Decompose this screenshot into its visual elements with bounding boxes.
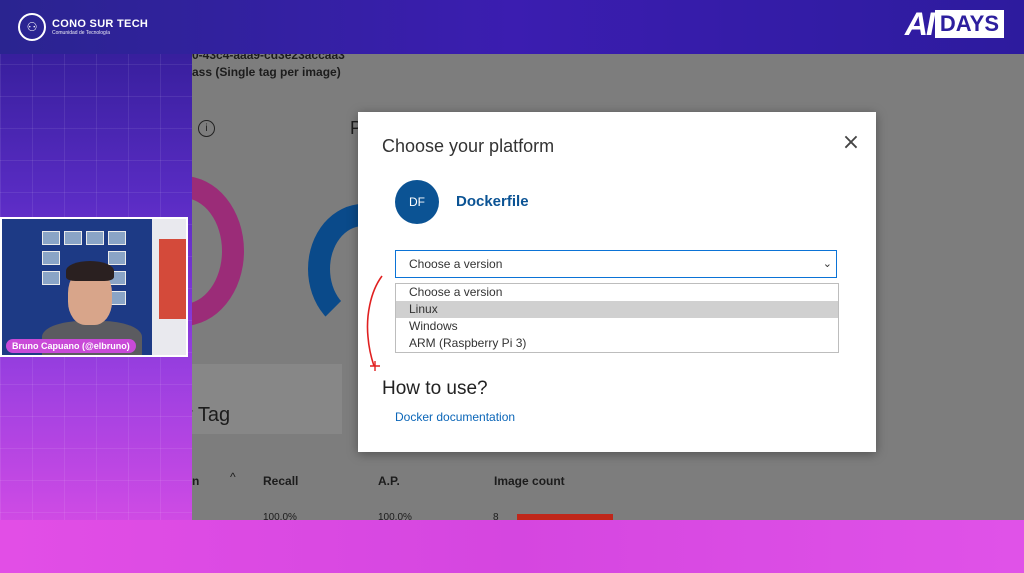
recall-column-header: Recall [263,474,299,488]
presenter-webcam: Bruno Capuano (@elbruno) [0,217,188,357]
version-option[interactable]: Choose a version [396,284,838,301]
red-annotation-stroke [366,275,383,371]
wall-frame [64,231,82,245]
webcam-red-panel [159,239,186,319]
row-ap: 100.0% [378,512,412,520]
image-count-column-header: Image count [494,474,565,488]
ai-days-days: DAYS [934,10,1004,38]
ap-column-header: A.P. [378,474,400,488]
close-icon[interactable]: × [840,132,862,154]
tag-column-header: n [192,474,200,488]
wall-frame [108,231,126,245]
org-name: CONO SUR TECH [52,18,149,30]
how-to-use-heading: How to use? [382,378,488,399]
image-count-bar [517,514,613,520]
wall-frame [42,271,60,285]
top-banner [0,0,1024,54]
presenter-hair [66,261,114,281]
dockerfile-avatar: DF [395,180,439,224]
presenter-name-label: Bruno Capuano (@elbruno) [6,339,136,353]
version-option-linux[interactable]: Linux [396,301,838,318]
version-options-list: Choose a version Linux Windows ARM (Rasp… [395,283,839,353]
row-recall: 100.0% [263,512,297,520]
dialog-title: Choose your platform [382,136,555,156]
classification-type-text: ass (Single tag per image) [192,65,341,79]
cono-sur-tech-logo: ⚇ CONO SUR TECH Comunidad de Tecnología [18,13,148,41]
org-subtitle: Comunidad de Tecnología [52,30,111,36]
precision-donut [192,176,244,326]
bottom-banner [0,520,1024,573]
platform-name: Dockerfile [456,193,529,210]
wall-frame [108,251,126,265]
sort-chevron-icon[interactable]: ^ [230,470,236,484]
version-option-windows[interactable]: Windows [396,318,838,335]
wall-frame [42,251,60,265]
project-id-text: 0-43c4-aaa9-cd3e23accaa3 [192,54,345,62]
chevron-down-icon[interactable]: ⌄ [823,251,832,277]
version-select[interactable]: Choose a version ⌄ [395,250,837,278]
ai-days-ai: AI [904,6,935,42]
docker-documentation-link[interactable]: Docker documentation [395,410,515,424]
choose-platform-dialog: Choose your platform × DF Dockerfile Cho… [358,112,876,452]
info-icon[interactable]: i [198,120,215,137]
org-logo-icon: ⚇ [18,13,46,41]
version-select-value: Choose a version [409,257,503,271]
performance-per-tag-heading: r Tag [192,404,231,426]
ai-days-logo: AI DAYS [905,7,1004,41]
version-option-arm[interactable]: ARM (Raspberry Pi 3) [396,335,838,352]
wall-frame [42,231,60,245]
row-image-count: 8 [493,512,499,520]
wall-frame [86,231,104,245]
